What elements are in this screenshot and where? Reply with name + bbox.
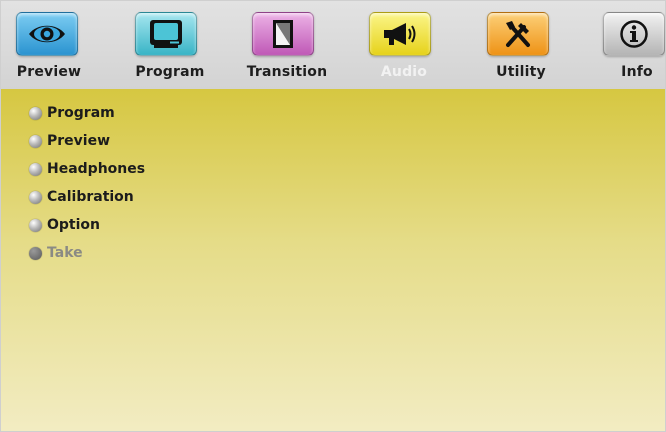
menu-item-label: Option — [47, 217, 100, 233]
tab-program[interactable]: Program — [119, 1, 221, 89]
tools-icon — [506, 21, 530, 47]
menu-item-option[interactable]: Option — [29, 211, 145, 239]
menu-item-program[interactable]: Program — [29, 99, 145, 127]
utility-tab-icon-box — [487, 12, 549, 56]
menu-item-label: Headphones — [47, 161, 146, 177]
tab-audio-label: Audio — [380, 64, 428, 80]
bullet-icon — [29, 218, 42, 232]
transition-icon — [273, 20, 293, 48]
tab-transition[interactable]: Transition — [237, 1, 337, 89]
monitor-icon — [150, 20, 182, 48]
preview-tab-icon-box — [16, 12, 78, 56]
menu-item-label: Take — [47, 245, 83, 261]
eye-icon — [29, 25, 65, 43]
tab-preview[interactable]: Preview — [1, 1, 101, 89]
menu-item-take: Take — [29, 239, 145, 267]
menu-item-headphones[interactable]: Headphones — [29, 155, 145, 183]
app-window: Preview Program Transition Audio Utility… — [0, 0, 666, 432]
program-tab-icon-box — [135, 12, 197, 56]
bullet-icon — [29, 190, 42, 204]
menu-item-calibration[interactable]: Calibration — [29, 183, 145, 211]
tab-utility[interactable]: Utility — [471, 1, 571, 89]
info-icon — [620, 20, 648, 48]
tab-info-label: Info — [621, 64, 653, 80]
bullet-icon — [29, 134, 42, 148]
info-tab-icon-box — [603, 12, 665, 56]
audio-menu: Program Preview Headphones Calibration O… — [29, 99, 145, 267]
tab-audio[interactable]: Audio — [354, 1, 454, 89]
audio-menu-panel: Program Preview Headphones Calibration O… — [1, 89, 665, 431]
tab-preview-label: Preview — [16, 64, 82, 80]
menu-item-label: Program — [47, 105, 115, 121]
transition-tab-icon-box — [252, 12, 314, 56]
bullet-icon — [29, 162, 42, 176]
tab-program-label: Program — [135, 64, 205, 80]
tab-utility-label: Utility — [496, 64, 546, 80]
menu-item-label: Calibration — [47, 189, 134, 205]
top-toolbar: Preview Program Transition Audio Utility… — [1, 1, 665, 89]
menu-item-label: Preview — [47, 133, 111, 149]
bullet-icon — [29, 106, 42, 120]
menu-item-preview[interactable]: Preview — [29, 127, 145, 155]
tab-transition-label: Transition — [246, 64, 328, 80]
megaphone-icon — [384, 23, 416, 45]
bullet-icon — [29, 246, 42, 260]
tab-info[interactable]: Info — [587, 1, 665, 89]
audio-tab-icon-box — [369, 12, 431, 56]
